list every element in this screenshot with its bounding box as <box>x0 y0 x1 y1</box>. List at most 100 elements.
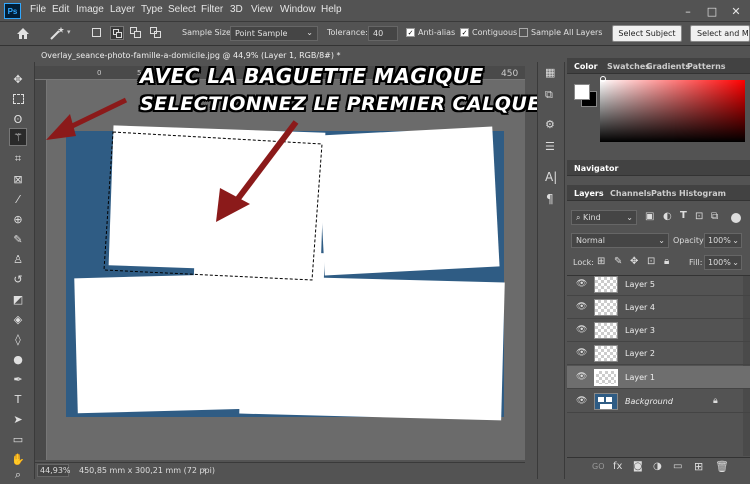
menu-layer[interactable]: Layer <box>110 4 135 15</box>
filter-toggle-icon[interactable] <box>731 213 741 223</box>
intersect-selection-icon[interactable] <box>150 27 161 38</box>
lock-image-icon[interactable]: ✎ <box>614 256 622 267</box>
delete-layer-icon[interactable]: 🗑︎ <box>715 460 729 473</box>
rectangle-tool-icon[interactable]: ▭ <box>9 430 27 448</box>
tab-channels[interactable]: Channels <box>610 189 651 198</box>
magic-wand-tool-icon[interactable]: ⚚ <box>9 128 27 146</box>
sample-size-select[interactable]: Point Sample ⌄ <box>230 26 318 41</box>
menu-3d[interactable]: 3D <box>230 4 243 15</box>
lasso-tool-icon[interactable]: ʘ <box>9 110 27 128</box>
select-subject-button[interactable]: Select Subject <box>612 25 682 42</box>
filter-pixel-icon[interactable]: ▣ <box>645 211 654 222</box>
tab-patterns[interactable]: Patterns <box>687 62 726 71</box>
color-picker-handle[interactable] <box>600 76 606 82</box>
fill-input[interactable]: 100% ⌄ <box>704 255 742 270</box>
adjustments-icon[interactable]: ⚙ <box>545 118 555 131</box>
crop-tool-icon[interactable]: ⌗ <box>9 150 27 168</box>
magic-wand-icon[interactable] <box>49 26 65 41</box>
filter-smart-object-icon[interactable]: ⧉ <box>711 211 718 222</box>
home-icon[interactable] <box>16 27 30 40</box>
menu-type[interactable]: Type <box>141 4 163 15</box>
history-brush-icon[interactable]: ↺ <box>9 270 27 288</box>
menu-image[interactable]: Image <box>76 4 104 15</box>
properties-icon[interactable]: ☰ <box>545 140 555 153</box>
photo-frame-layer-4[interactable] <box>239 275 505 421</box>
adjustment-layer-icon[interactable]: ◑ <box>653 461 662 472</box>
type-tool-icon[interactable]: T <box>9 390 27 408</box>
eye-icon[interactable]: 👁︎ <box>576 302 587 312</box>
add-selection-icon[interactable] <box>110 26 124 40</box>
anti-alias-checkbox[interactable]: ✓ <box>406 28 415 37</box>
layer-row[interactable]: 👁︎ Layer 2 <box>567 342 750 365</box>
new-layer-icon[interactable]: ⊞ <box>694 460 703 473</box>
eye-icon[interactable]: 👁︎ <box>576 279 587 289</box>
layer-row-selected[interactable]: 👁︎ Layer 1 <box>567 366 750 389</box>
healing-brush-icon[interactable]: ⊕ <box>9 210 27 228</box>
brush-tool-icon[interactable]: ✎ <box>9 230 27 248</box>
foreground-color-swatch[interactable] <box>574 84 590 100</box>
layer-style-icon[interactable]: fx <box>613 461 622 472</box>
group-folder-icon[interactable]: ▭ <box>673 461 682 472</box>
tab-layers[interactable]: Layers <box>574 189 604 198</box>
3d-panel-icon[interactable]: ▦ <box>545 66 555 79</box>
filter-shape-icon[interactable]: ⊡ <box>695 211 703 222</box>
menu-view[interactable]: View <box>251 4 273 15</box>
tab-paths[interactable]: Paths <box>651 189 676 198</box>
color-picker-field[interactable] <box>600 80 745 142</box>
filter-adjustment-icon[interactable]: ◐ <box>663 211 672 222</box>
opacity-input[interactable]: 100% ⌄ <box>704 233 742 248</box>
lock-all-icon[interactable]: 🔒︎ <box>664 256 669 267</box>
select-and-mask-button[interactable]: Select and Ma <box>690 25 750 42</box>
move-tool-icon[interactable]: ✥ <box>9 70 27 88</box>
tolerance-input[interactable]: 40 <box>368 26 398 41</box>
layer-row[interactable]: 👁︎ Background 🔒︎ <box>567 390 750 413</box>
dodge-tool-icon[interactable]: ● <box>9 350 27 368</box>
frame-tool-icon[interactable]: ⊠ <box>9 170 27 188</box>
blur-tool-icon[interactable]: ◊ <box>9 330 27 348</box>
menu-file[interactable]: File <box>30 4 46 15</box>
maximize-button[interactable]: □ <box>700 0 724 22</box>
character-panel-icon[interactable]: A| <box>545 170 557 184</box>
eye-icon[interactable]: 👁︎ <box>576 372 587 382</box>
new-selection-icon[interactable] <box>92 28 101 37</box>
menu-edit[interactable]: Edit <box>52 4 69 15</box>
eraser-tool-icon[interactable]: ◩ <box>9 290 27 308</box>
blend-mode-select[interactable]: Normal ⌄ <box>571 233 669 248</box>
layer-mask-icon[interactable]: ◙ <box>633 461 643 472</box>
subtract-selection-icon[interactable] <box>130 27 141 38</box>
tab-swatches[interactable]: Swatches <box>607 62 650 71</box>
clone-stamp-icon[interactable]: ♙ <box>9 250 27 268</box>
menu-filter[interactable]: Filter <box>201 4 223 15</box>
paint-bucket-icon[interactable]: ◈ <box>9 310 27 328</box>
eye-icon[interactable]: 👁︎ <box>576 348 587 358</box>
layer-row[interactable]: 👁︎ Layer 4 <box>567 296 750 319</box>
history-panel-icon[interactable]: ⧉ <box>545 88 553 102</box>
layer-row[interactable]: 👁︎ Layer 5 <box>567 273 750 296</box>
filter-type-icon[interactable]: T <box>680 210 687 221</box>
zoom-tool-icon[interactable]: ⌕ <box>9 466 27 484</box>
lock-position-icon[interactable]: ✥ <box>630 256 638 267</box>
minimize-button[interactable]: – <box>676 0 700 22</box>
layer-filter-select[interactable]: ⌕ Kind ⌄ <box>571 210 637 225</box>
tab-color[interactable]: Color <box>574 62 598 71</box>
path-selection-icon[interactable]: ➤ <box>9 410 27 428</box>
paragraph-panel-icon[interactable]: ¶ <box>546 192 554 206</box>
lock-transparent-icon[interactable]: ⊞ <box>597 256 605 267</box>
lock-artboard-icon[interactable]: ⊡ <box>647 256 655 267</box>
menu-window[interactable]: Window <box>280 4 316 15</box>
menu-select[interactable]: Select <box>168 4 196 15</box>
layer-row[interactable]: 👁︎ Layer 3 <box>567 319 750 342</box>
tab-gradients[interactable]: Gradients <box>646 62 690 71</box>
eye-icon[interactable]: 👁︎ <box>576 396 587 406</box>
marquee-tool-icon[interactable] <box>9 90 27 108</box>
zoom-level-field[interactable]: 44,93% <box>37 464 71 477</box>
tab-navigator[interactable]: Navigator <box>574 164 618 173</box>
eyedropper-tool-icon[interactable]: ⁄ <box>9 190 27 208</box>
sample-all-layers-checkbox[interactable] <box>519 28 528 37</box>
menu-help[interactable]: Help <box>321 4 342 15</box>
link-layers-icon[interactable]: GO <box>592 462 605 471</box>
photo-frame-layer-2[interactable] <box>317 126 500 276</box>
eye-icon[interactable]: 👁︎ <box>576 325 587 335</box>
pen-tool-icon[interactable]: ✒ <box>9 370 27 388</box>
close-button[interactable]: ✕ <box>724 0 748 22</box>
